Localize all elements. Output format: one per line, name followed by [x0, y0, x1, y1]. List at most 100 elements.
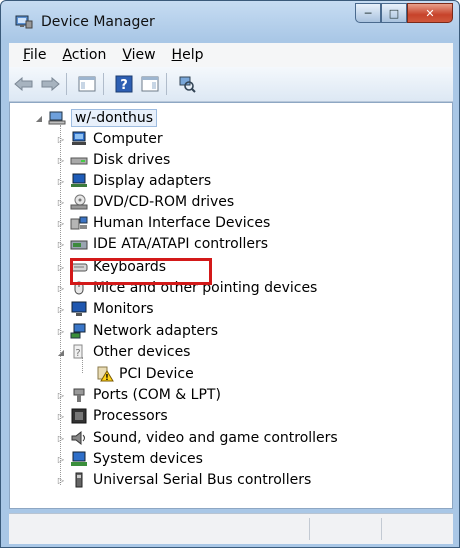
svg-text:?: ?	[75, 348, 80, 359]
menu-file[interactable]: File	[23, 47, 46, 63]
status-bar	[9, 513, 453, 544]
tree-item-label: Monitors	[93, 301, 154, 317]
help-button[interactable]: ?	[113, 73, 135, 95]
computer-root-icon	[48, 111, 66, 125]
tree-root[interactable]: ◢ w/-donthus	[34, 108, 158, 128]
close-icon: ✕	[425, 6, 435, 20]
tree-item-display-adapters[interactable]: ▷ Display adapters	[56, 171, 211, 191]
scan-hardware-button[interactable]	[176, 73, 198, 95]
expand-arrow-icon[interactable]: ▷	[56, 156, 66, 165]
tree-item-human-interface-devices[interactable]: ▷ Human Interface Devices	[56, 213, 270, 233]
svg-text:!: !	[105, 373, 109, 382]
show-hide-console-tree-button[interactable]	[76, 73, 98, 95]
svg-text:?: ?	[120, 78, 128, 93]
tree-item-dvd-cd-rom-drives[interactable]: ▷ DVD/CD-ROM drives	[56, 192, 234, 212]
expand-arrow-icon[interactable]: ▷	[56, 135, 66, 144]
expand-arrow-icon[interactable]: ▷	[56, 327, 66, 336]
display-adapter-icon	[71, 173, 87, 187]
toolbar-separator	[166, 73, 167, 95]
collapse-arrow-icon[interactable]: ◢	[34, 114, 44, 123]
device-manager-window: Device Manager ─ □ ✕ File Action View He…	[0, 0, 460, 548]
network-adapter-icon	[70, 323, 86, 339]
minimize-icon: ─	[364, 6, 372, 20]
monitor-icon	[71, 301, 87, 316]
expand-arrow-icon[interactable]: ▷	[56, 476, 66, 485]
forward-button[interactable]	[39, 73, 61, 95]
menu-view[interactable]: View	[122, 47, 155, 63]
tree-item-label: Disk drives	[93, 152, 171, 168]
toolbar: ?	[9, 67, 453, 102]
expand-arrow-icon[interactable]: ▷	[56, 240, 66, 249]
properties-icon	[141, 76, 159, 92]
tree-item-disk-drives[interactable]: ▷ Disk drives	[56, 150, 170, 170]
tree-item-label: Display adapters	[93, 173, 212, 189]
tree-item-monitors[interactable]: ▷ Monitors	[56, 299, 154, 319]
dvd-drive-icon	[70, 194, 88, 210]
status-bar-divider	[309, 518, 310, 540]
tree-item-label: Network adapters	[93, 323, 218, 339]
window-controls: ─ □ ✕	[355, 3, 453, 23]
minimize-button[interactable]: ─	[355, 3, 381, 23]
window-title: Device Manager	[41, 14, 155, 30]
expand-arrow-icon[interactable]: ▷	[56, 455, 66, 464]
show-hide-console-tree-icon	[78, 76, 96, 92]
title-bar[interactable]: Device Manager ─ □ ✕	[1, 1, 459, 41]
scan-hardware-icon	[179, 76, 196, 93]
port-icon	[73, 388, 85, 402]
maximize-button[interactable]: □	[381, 3, 407, 23]
usb-icon	[75, 472, 83, 488]
tree-item-other-devices[interactable]: ◢ ? Other devices	[56, 342, 191, 362]
tree-item-label: IDE ATA/ATAPI controllers	[93, 236, 269, 252]
expand-arrow-icon[interactable]: ▷	[56, 284, 66, 293]
tree-item-label: Computer	[93, 131, 163, 147]
ide-controller-icon	[70, 240, 88, 250]
tree-item-sound-video-game[interactable]: ▷ Sound, video and game controllers	[56, 428, 338, 448]
expand-arrow-icon[interactable]: ▷	[56, 412, 66, 421]
tree-item-computer[interactable]: ▷ Computer	[56, 129, 163, 149]
tree-item-label: Human Interface Devices	[93, 215, 271, 231]
tree-item-network-adapters[interactable]: ▷ Network adapters	[56, 321, 218, 341]
tree-item-label: Sound, video and game controllers	[93, 430, 338, 446]
toolbar-separator	[66, 73, 67, 95]
tree-item-label: Ports (COM & LPT)	[93, 387, 221, 403]
disk-drive-icon	[70, 157, 88, 165]
expand-arrow-icon[interactable]: ▷	[56, 391, 66, 400]
pci-device-highlight-box	[70, 258, 212, 285]
expand-arrow-icon[interactable]: ▷	[56, 434, 66, 443]
properties-button[interactable]	[139, 73, 161, 95]
menu-action[interactable]: Action	[62, 47, 106, 63]
tree-item-label: Universal Serial Bus controllers	[93, 472, 312, 488]
menu-help[interactable]: Help	[172, 47, 204, 63]
tree-item-ide-controllers[interactable]: ▷ IDE ATA/ATAPI controllers	[56, 234, 268, 254]
tree-item-label: Other devices	[93, 344, 191, 360]
device-manager-icon	[15, 15, 33, 29]
expand-arrow-icon[interactable]: ▷	[56, 219, 66, 228]
maximize-icon: □	[388, 6, 400, 20]
tree-root-label: w/-donthus	[71, 109, 158, 127]
back-button[interactable]	[13, 73, 35, 95]
status-bar-divider	[381, 518, 382, 540]
help-icon: ?	[115, 75, 133, 93]
device-tree[interactable]: ◢ w/-donthus ▷ Computer ▷ Disk drives ▷ …	[9, 102, 453, 509]
back-arrow-icon	[14, 77, 33, 91]
tree-item-label: System devices	[93, 451, 203, 467]
toolbar-separator	[103, 73, 104, 95]
close-button[interactable]: ✕	[407, 3, 453, 23]
other-devices-icon: ?	[73, 344, 83, 359]
tree-item-system-devices[interactable]: ▷ System devices	[56, 449, 203, 469]
warning-device-icon: !	[97, 366, 114, 382]
tree-item-processors[interactable]: ▷ Processors	[56, 406, 168, 426]
computer-icon	[72, 131, 86, 145]
tree-item-label: Processors	[93, 408, 168, 424]
tree-item-label: DVD/CD-ROM drives	[93, 194, 235, 210]
expand-arrow-icon[interactable]: ▷	[56, 198, 66, 207]
tree-item-pci-device[interactable]: ! PCI Device	[96, 364, 194, 384]
processor-icon	[71, 408, 87, 424]
expand-arrow-icon[interactable]: ▷	[56, 177, 66, 186]
collapse-arrow-icon[interactable]: ◢	[56, 348, 66, 357]
tree-item-usb-controllers[interactable]: ▷ Universal Serial Bus controllers	[56, 470, 311, 490]
expand-arrow-icon[interactable]: ▷	[56, 263, 66, 272]
system-device-icon	[71, 451, 87, 466]
tree-item-ports[interactable]: ▷ Ports (COM & LPT)	[56, 385, 221, 405]
expand-arrow-icon[interactable]: ▷	[56, 305, 66, 314]
